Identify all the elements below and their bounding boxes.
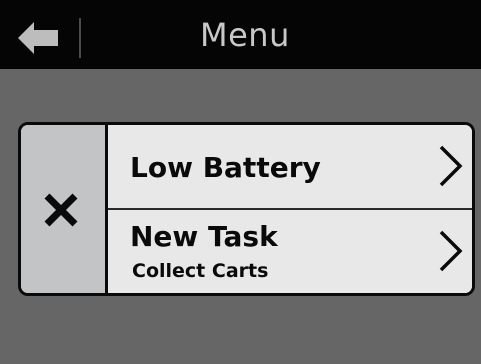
top-bar: Menu	[0, 0, 481, 69]
list-item-new-task[interactable]: New Task Collect Carts	[108, 210, 472, 293]
page-title: Menu	[200, 16, 290, 54]
close-x-icon	[44, 193, 78, 227]
notification-panel: Low Battery New Task Collect Carts	[18, 122, 475, 296]
close-button[interactable]	[21, 125, 108, 293]
list-item-title: New Task	[130, 220, 278, 253]
back-arrow-icon	[18, 22, 58, 54]
list-item-subtitle: Collect Carts	[132, 260, 269, 282]
chevron-right-icon	[439, 145, 463, 187]
list-item-title: Low Battery	[130, 151, 321, 184]
list-item-low-battery[interactable]: Low Battery	[108, 125, 472, 210]
chevron-right-icon	[439, 230, 463, 272]
header-divider	[79, 18, 81, 58]
back-button[interactable]	[18, 22, 60, 54]
